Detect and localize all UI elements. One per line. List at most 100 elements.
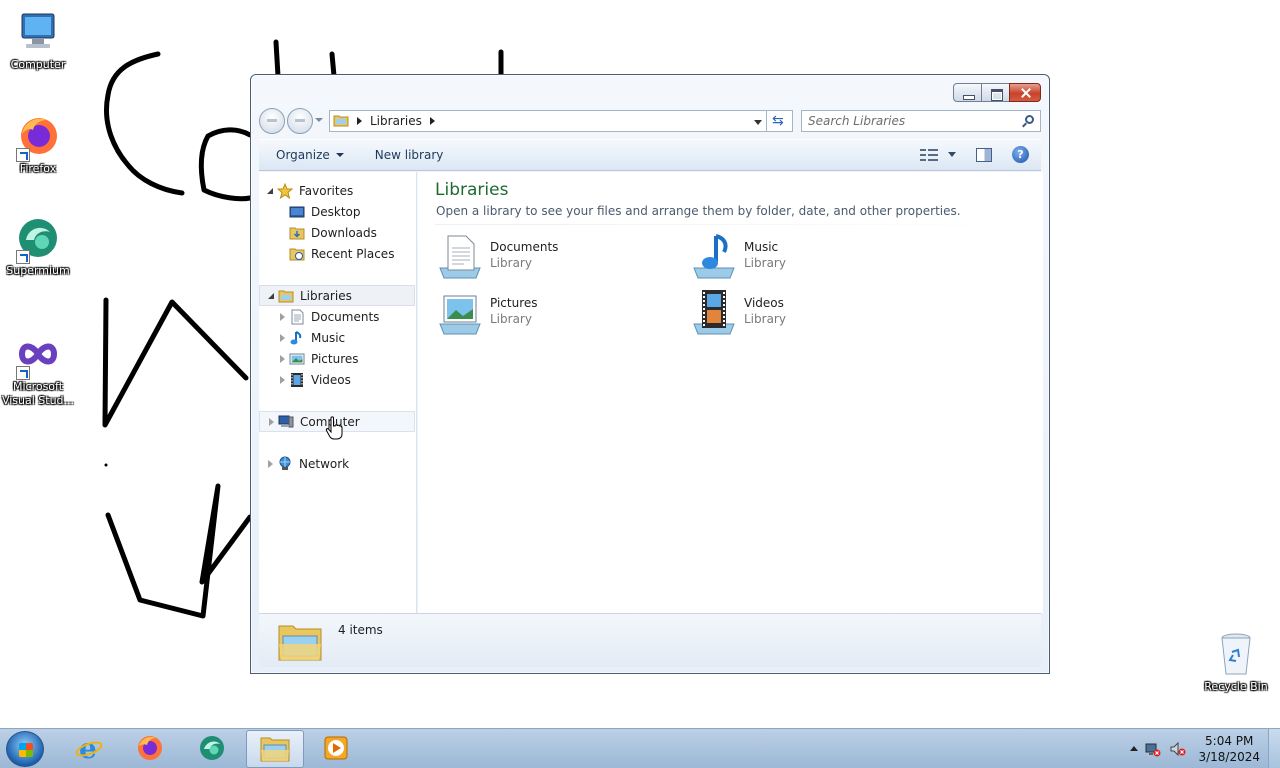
shortcut-arrow-icon xyxy=(16,250,30,264)
desktop-icon-visual-studio[interactable]: Microsoft Visual Stud... xyxy=(0,330,76,408)
library-item-documents[interactable]: Documents Library xyxy=(436,232,666,282)
recent-places-icon xyxy=(289,246,305,262)
taskbar-firefox[interactable] xyxy=(121,730,179,768)
library-item-pictures[interactable]: Pictures Library xyxy=(436,288,666,338)
network-status-icon[interactable] xyxy=(1145,741,1161,757)
document-icon xyxy=(289,309,305,325)
drawing-stroke xyxy=(273,39,281,79)
drawing-stroke xyxy=(329,51,337,79)
volume-muted-icon[interactable] xyxy=(1170,741,1186,757)
expand-arrow-icon[interactable] xyxy=(279,375,287,384)
desktop-icon-firefox[interactable]: Firefox xyxy=(0,112,76,176)
organize-button[interactable]: Organize xyxy=(276,148,344,162)
tree-libraries[interactable]: Libraries xyxy=(259,285,415,306)
desktop-icon-computer[interactable]: Computer xyxy=(0,8,76,72)
recycle-bin-icon xyxy=(1212,630,1260,678)
navigation-bar: Libraries xyxy=(259,108,1041,134)
item-count: 4 items xyxy=(338,623,383,637)
new-library-label: New library xyxy=(374,148,444,162)
search-icon[interactable] xyxy=(1025,115,1034,124)
expand-arrow-icon[interactable] xyxy=(267,459,275,468)
desktop-icon-supermium[interactable]: Supermium xyxy=(0,214,76,278)
library-name: Videos xyxy=(744,296,784,310)
internet-explorer-icon: e xyxy=(74,732,104,766)
refresh-button[interactable] xyxy=(767,110,793,132)
search-input[interactable] xyxy=(808,112,1013,130)
network-icon xyxy=(277,456,293,472)
recent-pages-dropdown[interactable] xyxy=(315,118,323,122)
tree-item-documents[interactable]: Documents xyxy=(259,306,415,327)
tree-item-pictures[interactable]: Pictures xyxy=(259,348,415,369)
tree-item-downloads[interactable]: Downloads xyxy=(259,222,415,243)
close-button[interactable] xyxy=(1009,83,1041,102)
drawing-stroke xyxy=(102,297,249,428)
forward-button[interactable] xyxy=(287,108,313,134)
taskbar-supermium[interactable] xyxy=(183,730,241,768)
desktop-icon-label: Supermium xyxy=(6,264,70,277)
breadcrumb-separator-icon[interactable] xyxy=(429,117,435,125)
view-options-dropdown-icon[interactable] xyxy=(948,152,956,157)
expand-arrow-icon[interactable] xyxy=(279,354,287,363)
tree-item-recent-places[interactable]: Recent Places xyxy=(259,243,415,264)
address-bar[interactable]: Libraries xyxy=(329,110,767,132)
library-item-music[interactable]: Music Library xyxy=(690,232,920,282)
computer-icon xyxy=(278,414,294,430)
clock-time: 5:04 PM xyxy=(1205,734,1254,748)
collapse-arrow-icon[interactable] xyxy=(267,187,275,195)
computer-icon xyxy=(14,8,62,56)
taskbar-windows-explorer[interactable] xyxy=(246,730,304,768)
drawing-dot xyxy=(104,463,108,467)
tree-favorites[interactable]: Favorites xyxy=(259,180,415,201)
clock[interactable]: 5:04 PM 3/18/2024 xyxy=(1198,733,1260,765)
firefox-icon xyxy=(14,112,62,162)
maximize-button[interactable] xyxy=(981,83,1010,102)
system-tray: 5:04 PM 3/18/2024 xyxy=(1120,729,1280,768)
firefox-icon xyxy=(135,733,165,766)
file-list-pane: Libraries Open a library to see your fil… xyxy=(418,172,1043,613)
address-dropdown-icon[interactable] xyxy=(754,120,762,125)
back-button[interactable] xyxy=(259,108,285,134)
tree-label: Music xyxy=(311,330,346,345)
show-desktop-button[interactable] xyxy=(1268,729,1280,768)
help-icon[interactable]: ? xyxy=(1012,146,1029,163)
desktop-icon-label: Firefox xyxy=(19,162,57,175)
libraries-large-icon xyxy=(277,618,323,667)
divider xyxy=(435,224,1031,225)
film-icon xyxy=(289,372,305,388)
library-type: Library xyxy=(744,312,786,326)
taskbar-media-player[interactable] xyxy=(307,730,365,768)
change-view-icon[interactable] xyxy=(920,148,938,162)
tree-label: Videos xyxy=(311,372,351,387)
desktop-icon-recycle-bin[interactable]: Recycle Bin xyxy=(1198,630,1274,694)
supermium-icon xyxy=(14,214,62,264)
taskbar-internet-explorer[interactable]: e xyxy=(60,730,118,768)
expand-arrow-icon[interactable] xyxy=(279,312,287,321)
breadcrumb-separator-icon[interactable] xyxy=(357,117,362,125)
desktop-icon-label: Computer xyxy=(10,58,66,71)
show-hidden-icons-icon[interactable] xyxy=(1130,746,1138,751)
expand-arrow-icon[interactable] xyxy=(268,417,276,426)
collapse-arrow-icon[interactable] xyxy=(268,292,276,300)
library-item-videos[interactable]: Videos Library xyxy=(690,288,920,338)
desktop-icon xyxy=(289,204,305,220)
windows-explorer-icon xyxy=(259,733,291,766)
visual-studio-icon xyxy=(14,330,62,380)
expand-arrow-icon[interactable] xyxy=(279,333,287,342)
breadcrumb-libraries[interactable]: Libraries xyxy=(370,114,422,128)
new-library-button[interactable]: New library xyxy=(375,148,444,162)
start-button[interactable] xyxy=(6,731,44,767)
page-title: Libraries xyxy=(435,180,509,200)
tree-item-music[interactable]: Music xyxy=(259,327,415,348)
tree-item-desktop[interactable]: Desktop xyxy=(259,201,415,222)
tree-label: Desktop xyxy=(311,204,361,219)
preview-pane-icon[interactable] xyxy=(976,147,992,162)
tree-network[interactable]: Network xyxy=(259,453,415,474)
search-box[interactable] xyxy=(801,110,1041,132)
page-subtitle: Open a library to see your files and arr… xyxy=(436,204,961,218)
tree-item-videos[interactable]: Videos xyxy=(259,369,415,390)
details-pane: 4 items xyxy=(259,613,1041,667)
tree-label: Documents xyxy=(311,309,380,324)
libraries-folder-icon xyxy=(333,112,349,131)
minimize-button[interactable] xyxy=(953,83,982,102)
command-bar: Organize New library ? xyxy=(259,139,1041,171)
